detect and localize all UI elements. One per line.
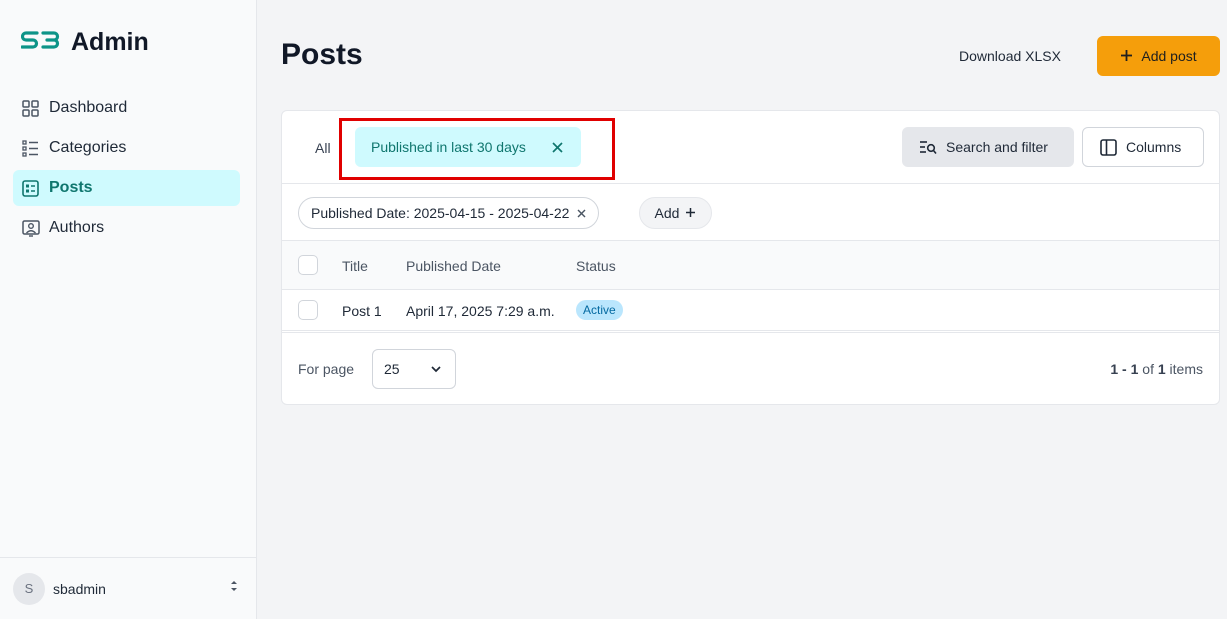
add-filter-button[interactable]: Add [639,197,712,229]
sidebar-item-posts[interactable]: Posts [13,170,240,206]
per-page-value: 25 [384,361,400,377]
avatar: S [13,572,45,605]
sb-logo-icon [20,31,60,49]
cell-published-date: April 17, 2025 7:29 a.m. [406,303,555,319]
sidebar-item-label: Dashboard [49,99,128,116]
sidebar-item-dashboard[interactable]: Dashboard [13,90,240,126]
table-row[interactable]: Post 1 April 17, 2025 7:29 a.m. Active [282,290,1219,331]
columns-icon [1100,138,1117,156]
pagination-info: 1 - 1 of 1 items [1110,361,1203,377]
search-and-filter-label: Search and filter [946,139,1048,155]
sidebar-item-label: Posts [49,179,93,196]
filter-chip-published-date[interactable]: Published Date: 2025-04-15 - 2025-04-22 [298,197,600,229]
article-icon [21,179,40,198]
tab-published-last-30-days[interactable]: Published in last 30 days [355,127,581,167]
posts-card: All Published in last 30 days Search and… [281,110,1220,405]
grid-icon [21,99,40,118]
table-footer: For page 25 1 - 1 of 1 items [282,332,1219,404]
sidebar: Admin Dashboard Categories Posts Authors [0,0,257,619]
filters-row: Published Date: 2025-04-15 - 2025-04-22 … [282,184,1219,241]
pagination-items: items [1169,361,1203,377]
column-header-title[interactable]: Title [342,258,368,274]
tab-label: Published in last 30 days [371,139,526,155]
columns-button[interactable]: Columns [1082,127,1204,167]
select-all-checkbox[interactable] [298,255,318,275]
row-checkbox[interactable] [298,300,318,320]
status-badge: Active [576,300,623,320]
tabs-row: All Published in last 30 days Search and… [282,111,1219,184]
table-header: Title Published Date Status [282,241,1219,290]
filter-chip-label: Published Date: 2025-04-15 - 2025-04-22 [311,205,570,221]
chevron-down-icon [430,362,442,378]
search-filter-icon [920,140,937,154]
user-card-icon [21,219,40,238]
close-icon[interactable] [577,206,586,221]
logo-mark [20,28,61,57]
columns-label: Columns [1126,139,1182,155]
pagination-of: of [1142,361,1154,377]
username: sbadmin [53,580,106,597]
cell-title[interactable]: Post 1 [342,303,382,319]
sidebar-item-categories[interactable]: Categories [13,130,240,166]
download-xlsx-button[interactable]: Download XLSX [946,37,1074,75]
logo[interactable]: Admin [20,28,149,57]
pagination-total: 1 [1157,361,1166,377]
tab-all[interactable]: All [315,140,331,156]
column-header-status[interactable]: Status [576,258,616,274]
page-title: Posts [281,38,363,71]
search-and-filter-button[interactable]: Search and filter [902,127,1074,167]
chevron-up-down-icon[interactable] [230,580,238,594]
sidebar-item-label: Categories [49,139,127,156]
per-page-label: For page [298,361,355,377]
plus-icon [1120,46,1133,66]
plus-icon [685,205,696,221]
logo-text: Admin [71,28,149,56]
column-header-published-date[interactable]: Published Date [406,258,501,274]
per-page-select[interactable]: 25 [372,349,456,389]
user-menu[interactable]: S sbadmin [0,557,256,619]
sidebar-item-label: Authors [49,219,105,236]
sidebar-nav: Dashboard Categories Posts Authors [13,90,240,250]
list-icon [21,139,40,158]
add-filter-label: Add [654,205,680,221]
pagination-range: 1 - 1 [1110,361,1139,377]
add-post-label: Add post [1141,48,1197,64]
sidebar-item-authors[interactable]: Authors [13,210,240,246]
add-post-button[interactable]: Add post [1097,36,1220,76]
close-icon[interactable] [552,137,563,157]
